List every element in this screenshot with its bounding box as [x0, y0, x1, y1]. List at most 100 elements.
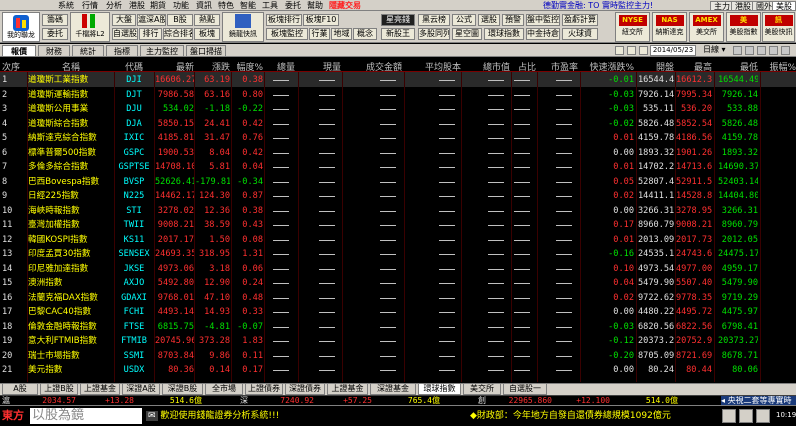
exchange-button-4[interactable]: 訊美股快訊 [762, 12, 795, 42]
menu-item-4[interactable]: 期貨 [150, 0, 166, 11]
toolbar-small-button-0[interactable]: 籌碼 [42, 14, 68, 26]
sector-a-1[interactable]: 板塊F10 [303, 14, 339, 26]
table-row[interactable]: 5 納斯達克綜合指數 IXIC 4185.81 31.47 0.76 0.01 4159.78… [0, 130, 796, 145]
market-tab-5[interactable]: 全市場 [205, 384, 243, 395]
tool-b-3[interactable]: 環球指數 [484, 28, 524, 40]
table-row[interactable]: 15 澳洲指數 AXJO 5492.80 12.90 0.24 0.04 5479.90 550… [0, 275, 796, 290]
combo-a-1[interactable]: 滬深A股 [137, 14, 166, 26]
table-row[interactable]: 19 意大利FTMIB指數 FTMIB 20745.96 373.28 1.83 -0.12… [0, 333, 796, 348]
table-row[interactable]: 1 道瓊斯工業指數 DJI 16606.27 63.19 0.38 -0.01 16544.4… [0, 72, 796, 87]
table-row[interactable]: 20 瑞士市場指數 SSMI 8703.84 9.86 0.11 -0.20 8705.09 8… [0, 348, 796, 363]
market-tab-3[interactable]: 深證A股 [122, 384, 160, 395]
level2-button[interactable]: 千檔將L2 [70, 12, 110, 42]
tool-b-1[interactable]: 多股同列 [418, 28, 450, 40]
table-row[interactable]: 13 印度孟買30指數 SENSEX 24693.35 318.95 1.31 -0.16 2… [0, 246, 796, 261]
table-row[interactable]: 10 海峽時報指數 STI 3278.02 12.36 0.38 0.00 3266.31 32… [0, 203, 796, 218]
sector-b-2[interactable]: 地域 [331, 28, 352, 40]
tool-a-1[interactable]: 黑云榜 [418, 14, 450, 26]
menu-item-11[interactable]: 幫助 [307, 0, 323, 11]
date-field[interactable]: 2014/05/23 [650, 45, 696, 56]
sector-b-0[interactable]: 板塊監控 [266, 28, 308, 40]
table-row[interactable]: 9 日經225指數 N225 14462.17 124.30 0.87 0.02 14411.… [0, 188, 796, 203]
app-logo[interactable]: 我的聯龙 [2, 12, 40, 42]
market-tab-0[interactable]: A股 [2, 384, 38, 395]
tool-a-3[interactable]: 選股 [478, 14, 500, 26]
menu-item-10[interactable]: 委托 [285, 0, 301, 11]
tab-3[interactable]: 指標 [106, 45, 138, 57]
zoom-out-icon[interactable] [627, 46, 636, 55]
tool-b-2[interactable]: 星空圖 [452, 28, 482, 40]
tab-1[interactable]: 財務 [38, 45, 70, 57]
exchange-button-3[interactable]: 美美股指數 [726, 12, 761, 42]
market-tab-3[interactable]: 美股 [772, 1, 796, 11]
menu-item-8[interactable]: 智能 [240, 0, 256, 11]
market-tab-6[interactable]: 上證債券 [245, 384, 283, 395]
export-icon[interactable] [769, 46, 778, 55]
market-tab-12[interactable]: 自選股一 [503, 384, 547, 395]
menu-item-5[interactable]: 功能 [173, 0, 189, 11]
tool-a-6[interactable]: 盈虧計算 [562, 14, 598, 26]
combo-a-0[interactable]: 大盤 [112, 14, 136, 26]
market-tab-8[interactable]: 上證基金 [327, 384, 368, 395]
sector-b-3[interactable]: 概念 [353, 28, 377, 40]
tab-5[interactable]: 盤口掃描 [186, 45, 226, 57]
market-tab-1[interactable]: 上證B股 [40, 384, 78, 395]
table-row[interactable]: 8 巴西Bovespa指數 BVSP 52626.41 -179.81 -0.34 0.05… [0, 174, 796, 189]
print-icon[interactable] [757, 46, 766, 55]
keyboard-icon[interactable] [739, 409, 753, 423]
zoom-in-icon[interactable] [615, 46, 624, 55]
menu-item-2[interactable]: 分析 [106, 0, 122, 11]
refresh-icon[interactable] [745, 46, 754, 55]
network-icon[interactable] [756, 409, 770, 423]
tool-a-4[interactable]: 預警 [502, 14, 524, 26]
sector-a-0[interactable]: 板塊排行 [266, 14, 302, 26]
help-icon[interactable] [781, 46, 790, 55]
menu-item-1[interactable]: 行情 [82, 0, 98, 11]
tab-2[interactable]: 統計 [72, 45, 104, 57]
table-row[interactable]: 18 倫敦金融時報指數 FTSE 6815.75 -4.81 -0.07 -0.03 6820… [0, 319, 796, 334]
table-row[interactable]: 16 法蘭克福DAX指數 GDAXI 9768.01 47.10 0.48 0.02 9722… [0, 290, 796, 305]
combo-b-3[interactable]: 板塊 [194, 28, 220, 40]
market-tab-2[interactable]: 上證基金 [80, 384, 120, 395]
table-row[interactable]: 11 臺灣加權指數 TWII 9008.21 38.59 0.43 0.17 8960.79 9… [0, 217, 796, 232]
menu-item-7[interactable]: 特色 [218, 0, 234, 11]
tool-b-4[interactable]: 中金持倉 [526, 28, 560, 40]
cycle-select[interactable]: 日線 ▾ [703, 45, 729, 56]
tab-4[interactable]: 主力監控 [140, 45, 184, 57]
table-row[interactable]: 2 道瓊斯運輸指數 DJT 7986.58 63.16 0.80 -0.03 7926.14 7… [0, 87, 796, 102]
settings-icon[interactable] [733, 46, 742, 55]
table-row[interactable]: 17 巴黎CAC40指數 FCHI 4493.14 14.93 0.33 0.00 4480.… [0, 304, 796, 319]
exchange-button-1[interactable]: NAS 納斯達克 [652, 12, 687, 42]
table-row[interactable]: 12 韓國KOSPI指數 KS11 2017.17 1.50 0.08 0.01 2013.0… [0, 232, 796, 247]
tool-a-0[interactable]: 星亮錢 [381, 14, 415, 26]
combo-b-2[interactable]: 綜合排名 [163, 28, 193, 40]
tool-a-5[interactable]: 盤中監控 [526, 14, 560, 26]
market-tab-7[interactable]: 深證債券 [285, 384, 325, 395]
table-row[interactable]: 3 道瓊斯公用事業 DJU 534.02 -1.18 -0.22 -0.03 535.11 53… [0, 101, 796, 116]
sector-b-1[interactable]: 行業 [309, 28, 330, 40]
menu-item-6[interactable]: 資訊 [196, 0, 212, 11]
tool-b-0[interactable]: 新股王 [381, 28, 415, 40]
news-flash-button[interactable]: 鏡龍快訊 [222, 12, 264, 42]
table-row[interactable]: 4 道瓊斯綜合指數 DJA 5850.15 24.41 0.42 -0.02 5826.48 5… [0, 116, 796, 131]
lock-icon[interactable] [639, 46, 648, 55]
promo-link[interactable]: 德勤實金融: TO 實時監控主力! [543, 0, 653, 11]
news-headline[interactable]: ◆財政部：今年地方自發自還債券總規模1092億元 [470, 410, 671, 422]
exchange-button-2[interactable]: AMEX 美交所 [689, 12, 724, 42]
combo-a-3[interactable]: 熱點 [194, 14, 220, 26]
market-tab-10[interactable]: 環球指數 [418, 384, 461, 395]
market-tab-4[interactable]: 深證B股 [162, 384, 203, 395]
tool-b-5[interactable]: 火球資 [562, 28, 598, 40]
table-row[interactable]: 7 多倫多綜合指數 GSPTSE 14708.10 5.81 0.04 0.01 14702.… [0, 159, 796, 174]
chart-icon[interactable] [722, 409, 736, 423]
menu-item-0[interactable]: 系統 [58, 0, 74, 11]
combo-b-0[interactable]: 自選股 [112, 28, 138, 40]
menu-item-12[interactable]: 隱藏交易 [329, 0, 361, 11]
menu-item-3[interactable]: 港股 [129, 0, 145, 11]
market-tab-11[interactable]: 美交所 [463, 384, 501, 395]
tab-0[interactable]: 報價 [2, 45, 36, 57]
table-row[interactable]: 14 印尼雅加達指數 JKSE 4973.06 3.18 0.06 0.10 4973.54 4… [0, 261, 796, 276]
tool-a-2[interactable]: 公式 [452, 14, 476, 26]
combo-a-2[interactable]: B股 [167, 14, 193, 26]
market-tab-9[interactable]: 深證基金 [370, 384, 416, 395]
